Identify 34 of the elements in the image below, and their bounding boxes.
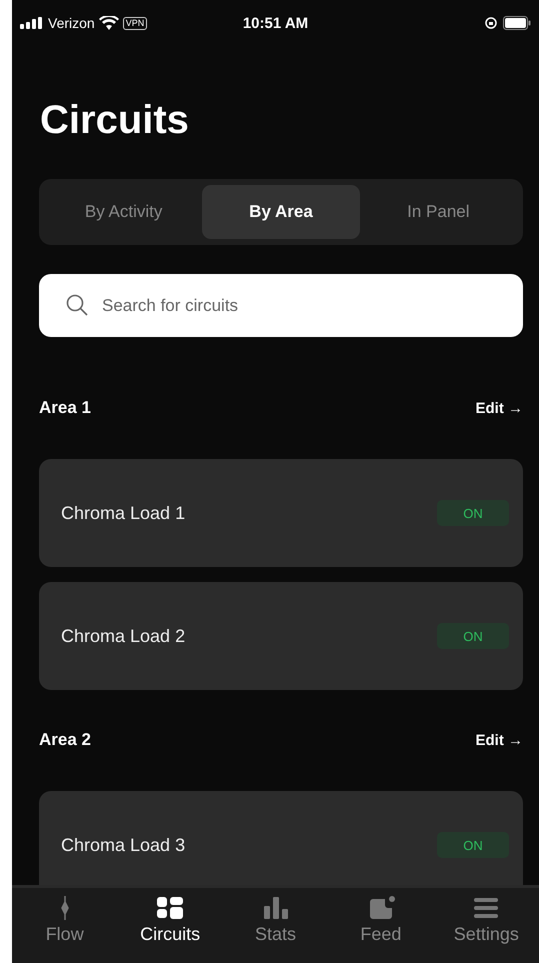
nav-tab[interactable]: Circuits (117, 888, 223, 963)
search-field[interactable]: Search for circuits (39, 274, 523, 337)
page-title: Circuits (40, 98, 189, 143)
area-heading: Area 1 (39, 398, 91, 418)
circuit-name: Chroma Load 1 (61, 502, 186, 524)
circuit-card[interactable]: Chroma Load 2 ON (39, 582, 523, 690)
grid-icon (156, 894, 184, 922)
status-badge: ON (437, 832, 509, 858)
clock-time: 10:51 AM (242, 14, 308, 32)
drop-icon (60, 895, 69, 921)
status-badge: ON (437, 623, 509, 649)
edit-link[interactable]: Edit → (476, 732, 523, 748)
signal-icon (20, 17, 44, 29)
nav-tab[interactable]: Settings (434, 888, 539, 963)
nav-tab[interactable]: Stats (222, 888, 328, 963)
filter-tab[interactable]: By Area (202, 185, 360, 239)
circuit-name: Chroma Load 3 (61, 834, 186, 856)
status-badge: ON (437, 500, 509, 526)
carrier-name: Verizon (48, 15, 95, 31)
search-icon (66, 294, 88, 316)
circuit-card[interactable]: Chroma Load 3 ON (39, 791, 523, 885)
filter-tab[interactable]: In Panel (360, 185, 517, 239)
battery-icon (503, 16, 531, 30)
vpn-indicator: VPN (122, 16, 148, 30)
nav-tab[interactable]: Flow (12, 888, 118, 963)
wifi-icon (98, 16, 119, 30)
bar-chart-icon (262, 894, 290, 922)
area-heading: Area 2 (39, 730, 91, 750)
rotation-lock-icon (485, 17, 497, 29)
edit-link[interactable]: Edit → (476, 400, 523, 416)
circuit-name: Chroma Load 2 (61, 626, 186, 646)
filter-tab[interactable]: By Activity (45, 185, 202, 239)
nav-tab[interactable]: Feed (328, 888, 434, 963)
circuit-card[interactable]: Chroma Load 1 ON (39, 459, 523, 567)
